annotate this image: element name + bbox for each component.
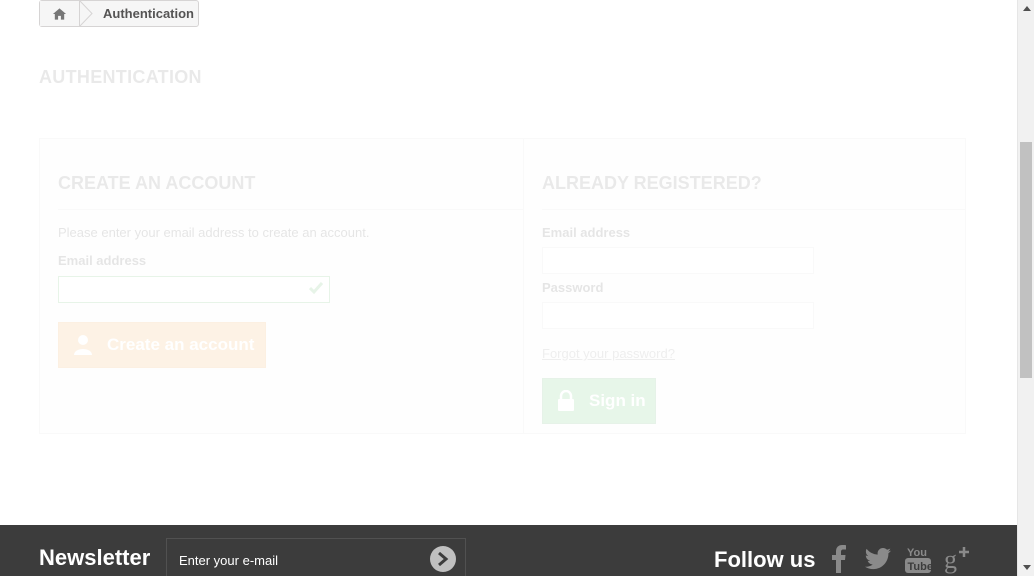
breadcrumb-home-link[interactable]	[40, 1, 80, 26]
newsletter-email-input[interactable]: Enter your e-mail	[166, 538, 466, 576]
create-account-button[interactable]: Create an account	[58, 322, 266, 368]
page-title: AUTHENTICATION	[39, 67, 202, 87]
lock-icon	[558, 390, 574, 411]
svg-text:g: g	[944, 545, 957, 574]
breadcrumb: Authentication	[39, 0, 199, 27]
newsletter-email-value: Enter your e-mail	[179, 553, 278, 568]
sign-in-button[interactable]: Sign in	[542, 378, 656, 424]
create-account-title: CREATE AN ACCOUNT	[58, 173, 256, 193]
breadcrumb-separator	[80, 1, 93, 26]
footer: Newsletter Enter your e-mail Follow us Y…	[0, 525, 1017, 576]
login-title: ALREADY REGISTERED?	[542, 173, 762, 193]
create-account-button-label: Create an account	[107, 335, 255, 354]
svg-text:You: You	[907, 547, 927, 559]
checkmark-icon	[309, 282, 323, 295]
home-icon	[52, 7, 67, 20]
forgot-password-link[interactable]: Forgot your password?	[542, 346, 675, 361]
login-email-input[interactable]	[542, 247, 814, 274]
twitter-icon[interactable]	[863, 543, 893, 575]
login-password-input[interactable]	[542, 302, 814, 329]
divider	[542, 209, 965, 210]
svg-text:Tube: Tube	[908, 561, 932, 573]
login-email-label: Email address	[542, 225, 631, 240]
user-icon	[74, 335, 92, 355]
newsletter-title: Newsletter	[39, 545, 151, 570]
newsletter-submit-button[interactable]	[430, 546, 456, 572]
page-viewport: Authentication AUTHENTICATION CREATE AN …	[0, 0, 1017, 576]
scroll-up-arrow-icon[interactable]	[1018, 0, 1034, 17]
vertical-scrollbar[interactable]	[1017, 0, 1034, 576]
follow-us-title: Follow us	[714, 547, 816, 572]
create-email-label: Email address	[58, 253, 147, 268]
create-account-form: CREATE AN ACCOUNT Please enter your emai…	[39, 138, 524, 434]
youtube-icon[interactable]: You Tube	[903, 543, 933, 575]
create-email-input[interactable]	[58, 276, 330, 303]
create-account-instruction: Please enter your email address to creat…	[58, 225, 370, 240]
scrollbar-thumb[interactable]	[1020, 142, 1032, 378]
divider	[58, 209, 523, 210]
sign-in-button-label: Sign in	[589, 391, 646, 410]
facebook-icon[interactable]	[824, 543, 854, 575]
login-password-label: Password	[542, 280, 604, 295]
login-form: ALREADY REGISTERED? Email address Passwo…	[524, 138, 966, 434]
breadcrumb-current: Authentication	[103, 6, 194, 21]
chevron-right-icon	[438, 552, 449, 566]
scroll-down-arrow-icon[interactable]	[1018, 559, 1034, 576]
google-plus-icon[interactable]: g	[943, 543, 973, 575]
